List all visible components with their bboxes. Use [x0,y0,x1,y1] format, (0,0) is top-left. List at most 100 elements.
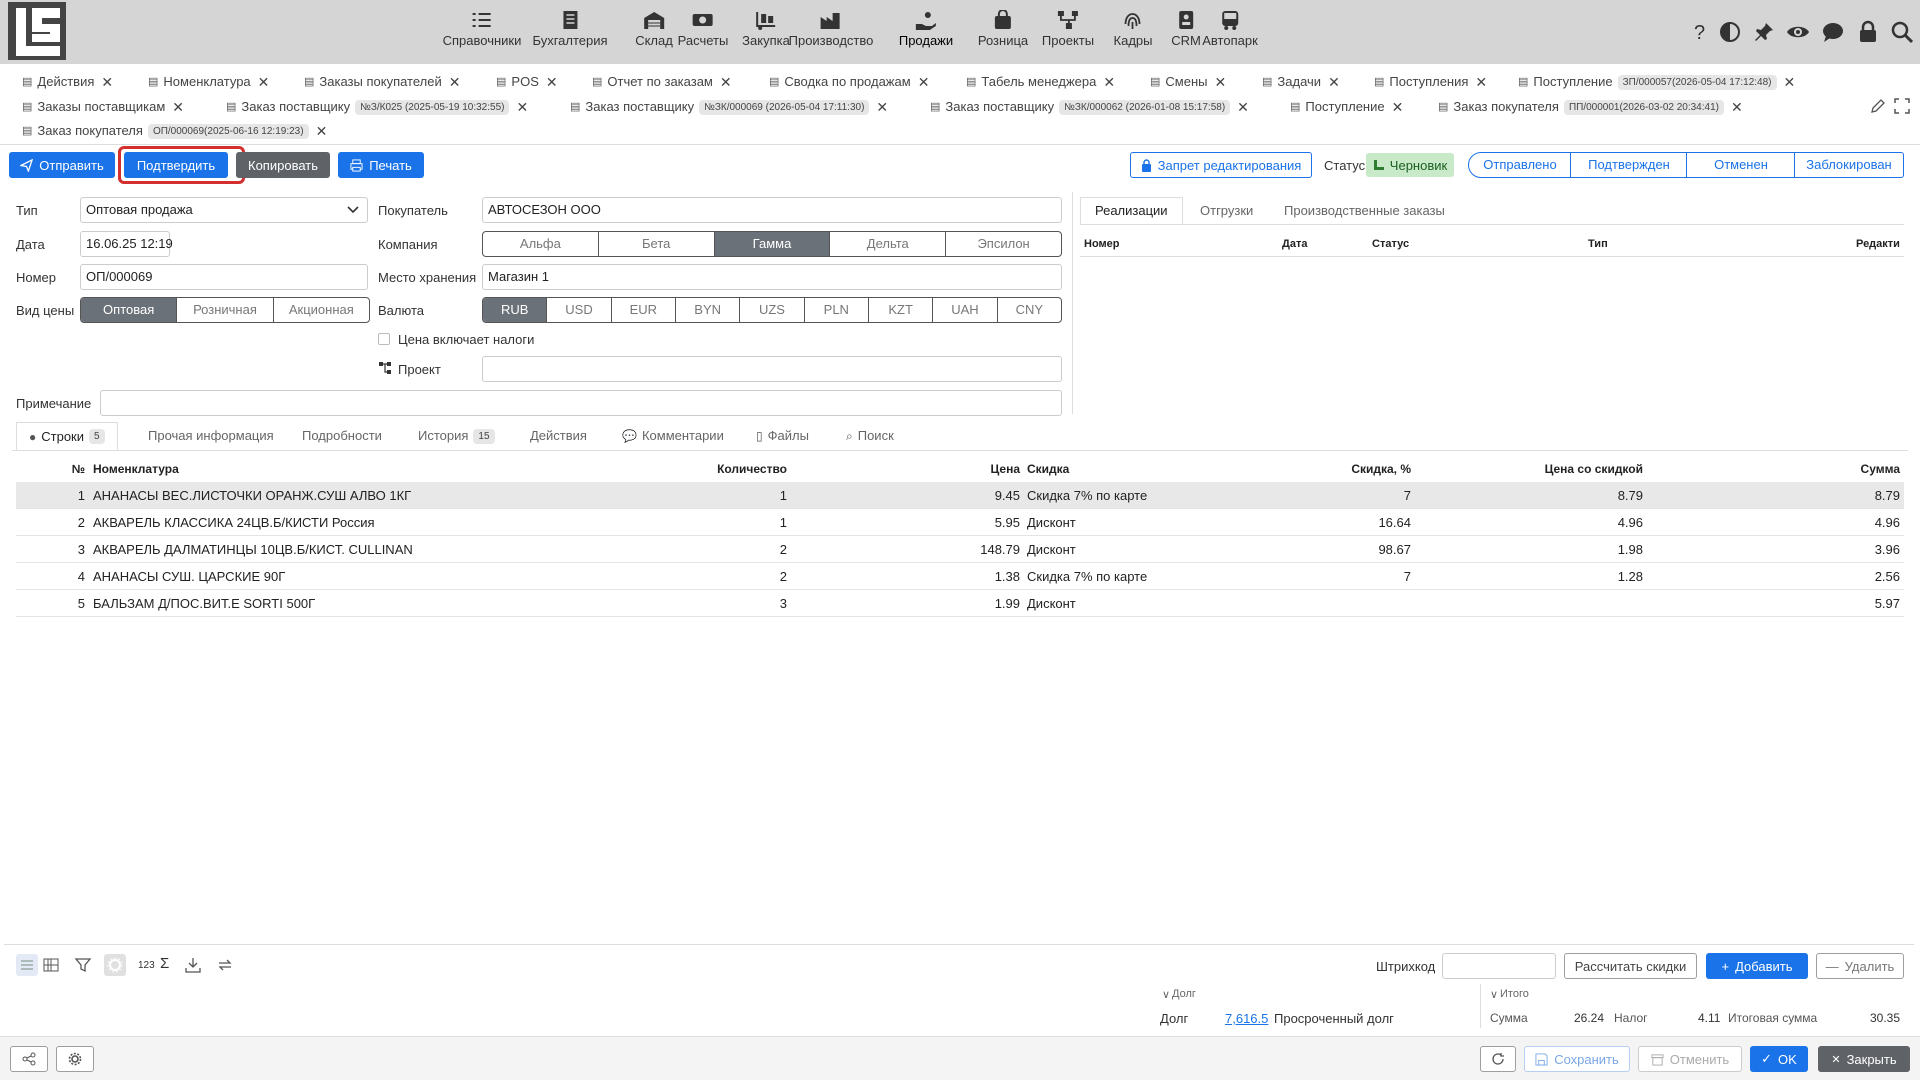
tab-close-icon[interactable]: ✕ [1237,96,1249,118]
currency-option-2[interactable]: EUR [612,298,676,322]
company-option-0[interactable]: Альфа [483,232,599,256]
nav-money[interactable]: Расчеты [678,6,728,48]
refresh-cycle-icon[interactable] [216,956,234,974]
column-header-price_disc[interactable]: Цена со скидкой [1545,462,1643,476]
tab-tabs_row1-9[interactable]: ▤ Поступления ✕ [1374,71,1487,93]
debt-value-link[interactable]: 7,616.5 [1225,1011,1268,1026]
lock-icon[interactable] [1856,20,1880,44]
tab-tabs_row1-0[interactable]: ▤ Действия ✕ [22,71,113,93]
currency-option-7[interactable]: UAH [933,298,998,322]
ok-button[interactable]: ✓ OK [1750,1046,1808,1072]
column-header-discount_pct[interactable]: Скидка, % [1351,462,1411,476]
pin-icon[interactable] [1752,20,1776,44]
tab-close-icon[interactable]: ✕ [546,71,558,93]
save-button[interactable]: Сохранить [1524,1046,1630,1072]
column-header-price[interactable]: Цена [990,462,1020,476]
date-field[interactable]: 16.06.25 12:19 [80,231,173,257]
right-tab-1[interactable]: Отгрузки [1200,197,1253,225]
price-kind-option-0[interactable]: Оптовая [81,298,178,322]
tab-tabs_row1-2[interactable]: ▤ Заказы покупателей ✕ [304,71,460,93]
nav-bus[interactable]: Автопарк [1202,6,1258,48]
column-header-sum[interactable]: Сумма [1861,462,1900,476]
currency-selector[interactable]: RUB USD EUR BYN UZS PLN KZT UAH CNY [482,297,1062,323]
add-row-button[interactable]: + Добавить [1706,953,1808,979]
tab-close-icon[interactable]: ✕ [1103,71,1115,93]
confirm-button[interactable]: Подтвердить [124,152,228,178]
nav-factory[interactable]: Производство [789,6,873,48]
close-button[interactable]: ✕ Закрыть [1818,1046,1910,1072]
tab-close-icon[interactable]: ✕ [516,96,528,118]
app-logo[interactable] [8,2,66,60]
settings-button[interactable] [104,954,126,976]
stage-1[interactable]: Подтвержден [1570,152,1688,178]
tab-close-icon[interactable]: ✕ [316,120,328,142]
subtab-7[interactable]: ⌕ Поиск [846,422,894,450]
subtab-1[interactable]: Прочая информация [148,422,274,450]
note-field[interactable] [100,390,1062,416]
tab-tabs_row1-5[interactable]: ▤ Сводка по продажам ✕ [769,71,929,93]
sum-toggle-label[interactable]: 123 [138,960,155,971]
currency-option-6[interactable]: KZT [869,298,934,322]
eye-icon[interactable] [1786,20,1810,44]
copy-button[interactable]: Копировать [236,152,330,178]
company-selector[interactable]: Альфа Бета Гамма Дельта Эпсилон [482,231,1062,257]
tab-tabs_row2-4[interactable]: ▤ Поступление ✕ [1290,96,1403,118]
buyer-field[interactable]: АВТОСЕЗОН ООО [482,197,1062,223]
price-kind-option-2[interactable]: Акционная [274,298,369,322]
tab-tabs_row3-0[interactable]: ▤ Заказ покупателя ОП/000069(2025-06-16 12… [22,120,328,142]
stage-3[interactable]: Заблокирован [1794,152,1904,178]
tab-tabs_row2-0[interactable]: ▤ Заказы поставщикам ✕ [22,96,184,118]
tab-tabs_row2-1[interactable]: ▤ Заказ поставщику №З/К025 (2025-05-19 10:… [226,96,528,118]
number-field[interactable]: ОП/000069 [80,264,368,290]
currency-option-4[interactable]: UZS [740,298,805,322]
subtab-2[interactable]: Подробности [302,422,382,450]
tab-tabs_row2-2[interactable]: ▤ Заказ поставщику №ЗК/000069 (2026-05-04 … [570,96,888,118]
company-option-3[interactable]: Дельта [830,232,947,256]
tab-close-icon[interactable]: ✕ [720,71,732,93]
nav-hand-coin[interactable]: Продажи [899,6,953,48]
subtab-6[interactable]: ▯ Файлы [756,422,809,450]
price-kind-selector[interactable]: Оптовая Розничная Акционная [80,297,370,323]
form-settings-button[interactable] [56,1046,94,1072]
storage-field[interactable]: Магазин 1 [482,264,1062,290]
currency-option-3[interactable]: BYN [676,298,741,322]
reload-button[interactable] [1480,1046,1516,1072]
tab-close-icon[interactable]: ✕ [1784,71,1796,93]
price-kind-option-1[interactable]: Розничная [177,298,274,322]
print-button[interactable]: Печать [338,152,424,178]
search-icon[interactable] [1890,20,1914,44]
list-view-button[interactable] [16,954,38,976]
tab-close-icon[interactable]: ✕ [1328,71,1340,93]
company-option-2[interactable]: Гамма [714,232,831,256]
right-tab-0[interactable]: Реализации [1080,197,1183,225]
debt-section-chevron-icon[interactable]: ∨ [1162,988,1170,1001]
currency-option-1[interactable]: USD [547,298,612,322]
column-header-discount[interactable]: Скидка [1027,462,1069,476]
nav-id-card[interactable]: CRM [1171,6,1201,48]
tab-tabs_row1-3[interactable]: ▤ POS ✕ [496,71,558,93]
currency-option-8[interactable]: CNY [998,298,1061,322]
download-icon[interactable] [184,956,202,974]
tab-tabs_row2-5[interactable]: ▤ Заказ покупателя ПП/000001(2026-03-02 20… [1438,96,1743,118]
cancel-document-button[interactable]: Отменить [1638,1046,1742,1072]
tax-included-checkbox[interactable] [378,333,390,345]
fullscreen-icon[interactable] [1894,98,1910,114]
tab-tabs_row2-3[interactable]: ▤ Заказ поставщику №ЗК/000062 (2026-01-08 … [930,96,1249,118]
tab-close-icon[interactable]: ✕ [1215,71,1227,93]
nav-cart-dolly[interactable]: Закупка [742,6,790,48]
nav-list-check[interactable]: Справочники [443,6,521,48]
tab-tabs_row1-1[interactable]: ▤ Номенклатура ✕ [148,71,269,93]
currency-option-5[interactable]: PLN [805,298,869,322]
grid-view-icon[interactable] [42,956,60,974]
tab-tabs_row1-8[interactable]: ▤ Задачи ✕ [1262,71,1340,93]
help-icon[interactable]: ? [1688,20,1712,44]
nav-project-tree[interactable]: Проекты [1042,6,1094,48]
tab-close-icon[interactable]: ✕ [1731,96,1743,118]
recalc-discounts-button[interactable]: Рассчитать скидки [1564,953,1697,979]
tab-close-icon[interactable]: ✕ [101,71,113,93]
edit-pencil-icon[interactable] [1870,98,1886,114]
share-button[interactable] [10,1046,48,1072]
subtab-3[interactable]: История 15 [418,422,495,450]
nav-ledger[interactable]: Бухгалтерия [532,6,608,48]
tab-close-icon[interactable]: ✕ [876,96,888,118]
